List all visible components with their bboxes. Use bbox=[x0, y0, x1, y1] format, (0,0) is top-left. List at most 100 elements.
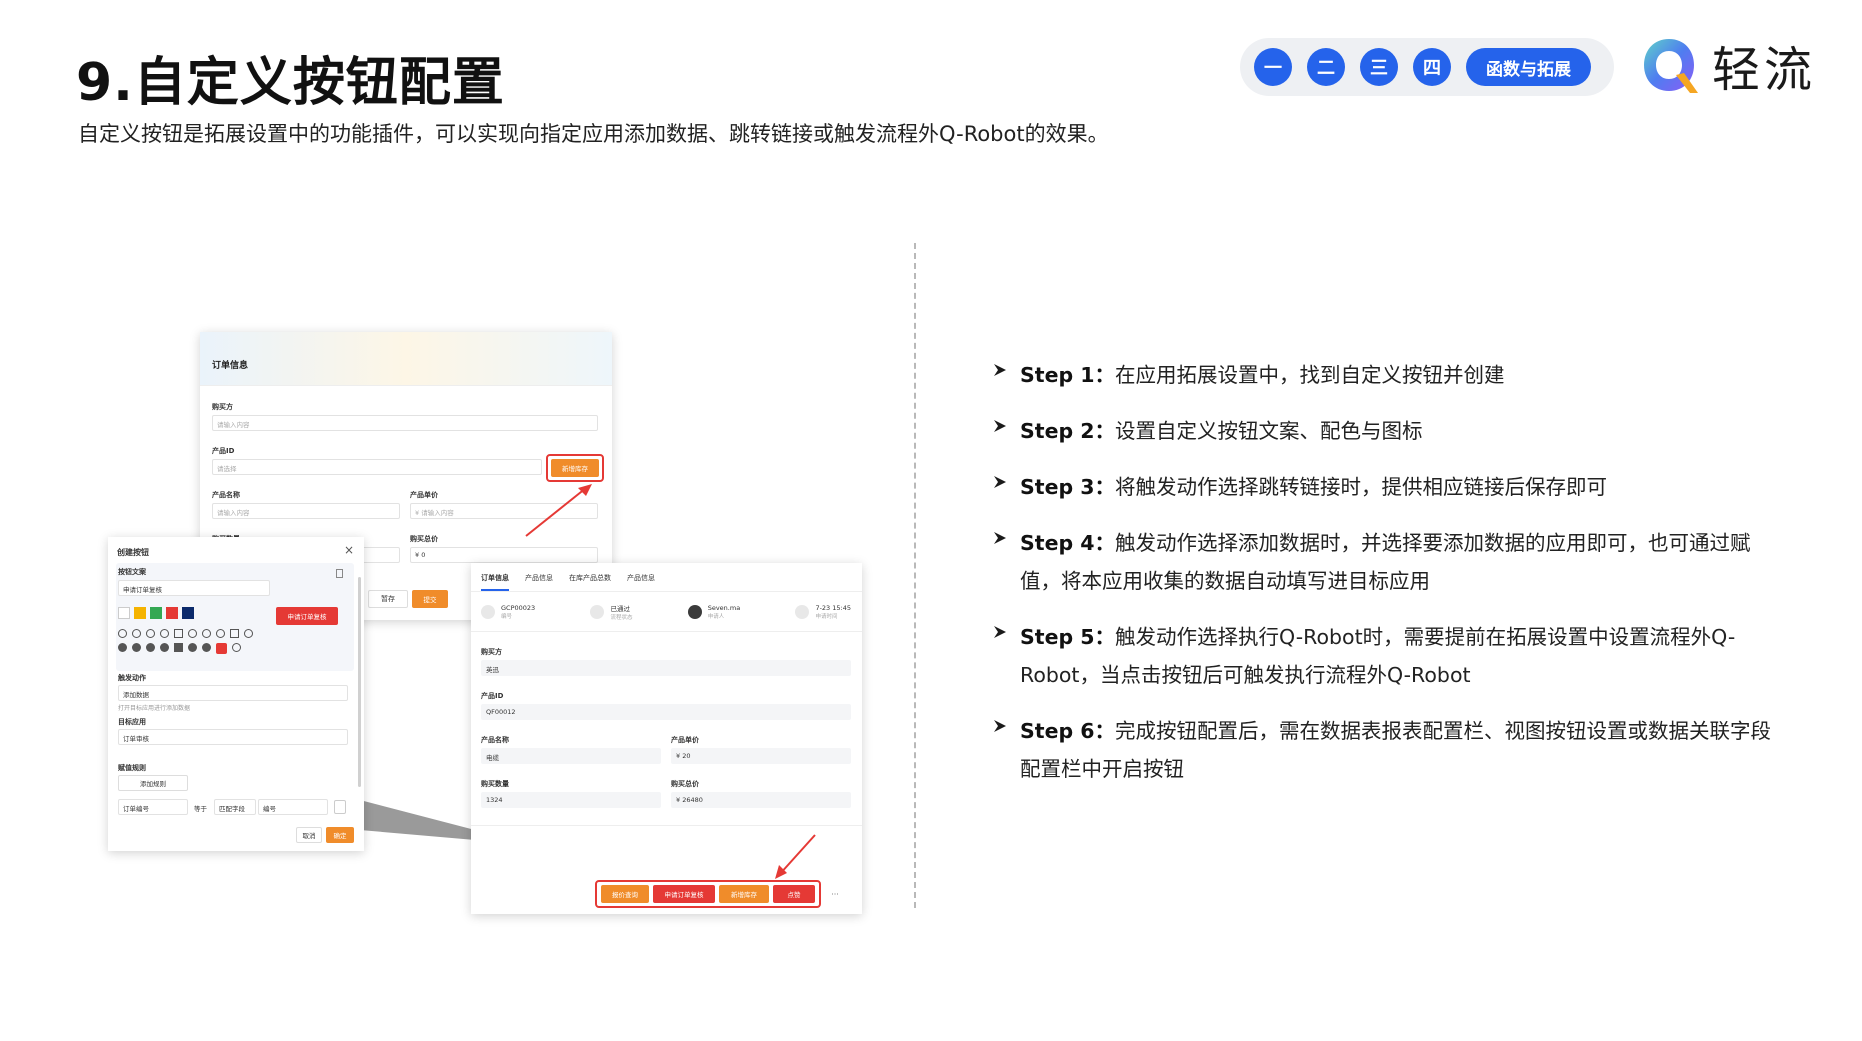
step-label: Step 1： bbox=[1020, 363, 1116, 387]
avatar bbox=[687, 605, 702, 619]
total-input[interactable]: ¥ 0 bbox=[410, 547, 598, 563]
delete-icon[interactable] bbox=[334, 800, 346, 814]
more-button[interactable]: ··· bbox=[825, 887, 845, 901]
total-label: 购买总价 bbox=[410, 535, 438, 543]
product-name-label: 产品名称 bbox=[481, 736, 509, 744]
nav-item-1[interactable]: 一 bbox=[1254, 48, 1292, 86]
user-icon[interactable] bbox=[146, 629, 155, 638]
scrollbar[interactable] bbox=[358, 577, 361, 787]
submit-label: 提交 bbox=[423, 596, 437, 604]
confirm-label: 确定 bbox=[333, 832, 347, 840]
box-icon[interactable] bbox=[174, 629, 183, 638]
status-icon bbox=[590, 605, 605, 619]
swatch-green[interactable] bbox=[150, 607, 162, 619]
vertical-divider bbox=[914, 243, 916, 908]
refresh-icon[interactable] bbox=[216, 629, 225, 638]
rule-type-select[interactable]: 匹配字段 bbox=[214, 799, 256, 815]
add-stock-button[interactable]: 新增库存 bbox=[719, 885, 769, 903]
shield-icon[interactable] bbox=[118, 643, 127, 652]
search-icon[interactable] bbox=[244, 629, 253, 638]
settings-icon[interactable] bbox=[132, 629, 141, 638]
dot-icon[interactable] bbox=[132, 643, 141, 652]
cancel-label: 取消 bbox=[302, 832, 316, 840]
star-icon[interactable] bbox=[146, 643, 155, 652]
q-logo-icon bbox=[1640, 35, 1698, 95]
quote-query-label: 报价查询 bbox=[612, 891, 638, 899]
connector-wedge bbox=[360, 800, 475, 840]
nav-item-3[interactable]: 三 bbox=[1360, 48, 1398, 86]
button-text-input[interactable]: 申请订单复核 bbox=[118, 580, 270, 596]
brand-logo: 轻流 bbox=[1640, 30, 1830, 100]
meta-value: 7-23 15:45 bbox=[815, 604, 851, 612]
target-app-label: 目标应用 bbox=[118, 718, 146, 726]
detail-tabs: 订单信息 产品信息 在库产品总数 产品信息 bbox=[481, 573, 655, 591]
chat-icon[interactable] bbox=[230, 629, 239, 638]
info-icon[interactable] bbox=[202, 643, 211, 652]
tag-icon[interactable] bbox=[188, 629, 197, 638]
block-icon[interactable] bbox=[188, 643, 197, 652]
color-swatches bbox=[118, 607, 194, 619]
cancel-button[interactable]: 取消 bbox=[296, 827, 322, 843]
meta-value: 已通过 bbox=[610, 605, 630, 613]
preview-button[interactable]: 申请订单复核 bbox=[276, 607, 338, 625]
gear-icon[interactable] bbox=[232, 643, 241, 652]
buyer-input[interactable]: 请输入内容 bbox=[212, 415, 598, 431]
button-text-label: 按钮文案 bbox=[118, 568, 146, 576]
arrow-bullet-icon bbox=[992, 618, 1020, 694]
action-select[interactable]: 添加数据 bbox=[118, 685, 348, 701]
add-stock-button[interactable]: 新增库存 bbox=[551, 459, 599, 477]
product-name-input[interactable]: 请输入内容 bbox=[212, 503, 400, 519]
add-rule-label: 添加规则 bbox=[140, 780, 166, 788]
swatch-red[interactable] bbox=[166, 607, 178, 619]
swatch-yellow[interactable] bbox=[134, 607, 146, 619]
nav-item-2[interactable]: 二 bbox=[1307, 48, 1345, 86]
tab-stock-total[interactable]: 在库产品总数 bbox=[569, 573, 611, 591]
swatch-navy[interactable] bbox=[182, 607, 194, 619]
rule-value-select[interactable]: 编号 bbox=[258, 799, 328, 815]
person-icon[interactable] bbox=[160, 643, 169, 652]
preview-label: 申请订单复核 bbox=[287, 613, 327, 621]
rule-label: 赋值规则 bbox=[118, 764, 146, 772]
submit-button[interactable]: 提交 bbox=[412, 590, 448, 608]
total-value: ¥ 26480 bbox=[671, 792, 851, 808]
order-form-title: 订单信息 bbox=[212, 361, 249, 371]
save-draft-button[interactable]: 暂存 bbox=[368, 590, 408, 608]
like-button[interactable]: 点赞 bbox=[773, 885, 815, 903]
grid-icon[interactable] bbox=[174, 643, 183, 652]
detail-view-screenshot: 订单信息 产品信息 在库产品总数 产品信息 GCP00023 编号 已通过 流程状态… bbox=[471, 563, 862, 914]
clock-icon bbox=[795, 605, 810, 619]
rule-field-select[interactable]: 订单编号 bbox=[118, 799, 188, 815]
pen-icon[interactable] bbox=[118, 629, 127, 638]
nav-item-4[interactable]: 四 bbox=[1413, 48, 1451, 86]
nav-item-functions[interactable]: 函数与拓展 bbox=[1466, 48, 1591, 86]
close-icon[interactable]: × bbox=[344, 543, 354, 557]
quote-query-button[interactable]: 报价查询 bbox=[601, 885, 649, 903]
apply-review-button[interactable]: 申请订单复核 bbox=[653, 885, 715, 903]
total-label: 购买总价 bbox=[671, 780, 699, 788]
heart-icon[interactable] bbox=[202, 629, 211, 638]
confirm-button[interactable]: 确定 bbox=[326, 827, 354, 843]
apply-review-label: 申请订单复核 bbox=[664, 891, 704, 899]
step-text: 设置自定义按钮文案、配色与图标 bbox=[1115, 419, 1423, 443]
tab-product-info[interactable]: 产品信息 bbox=[525, 573, 553, 591]
rule-op: 等于 bbox=[194, 805, 207, 813]
meta-value: GCP00023 bbox=[501, 604, 536, 612]
clock-icon[interactable] bbox=[160, 629, 169, 638]
target-app-select[interactable]: 订单审核 bbox=[118, 729, 348, 745]
step-text: 将触发动作选择跳转链接时，提供相应链接后保存即可 bbox=[1115, 475, 1608, 499]
step-text: 完成按钮配置后，需在数据表报表配置栏、视图按钮设置或数据关联字段配置栏中开启按钮 bbox=[1020, 719, 1772, 781]
selected-icon[interactable] bbox=[216, 643, 227, 654]
meta-item: Seven.ma 申请人 bbox=[687, 603, 740, 621]
qty-value: 1324 bbox=[481, 792, 661, 808]
doc-icon bbox=[336, 569, 343, 578]
tab-product-info-2[interactable]: 产品信息 bbox=[627, 573, 655, 591]
add-rule-button[interactable]: 添加规则 bbox=[118, 775, 188, 791]
product-id-label: 产品ID bbox=[481, 692, 504, 700]
step-item: Step 6：完成按钮配置后，需在数据表报表配置栏、视图按钮设置或数据关联字段配… bbox=[992, 712, 1782, 788]
qty-label: 购买数量 bbox=[481, 780, 509, 788]
tab-order-info[interactable]: 订单信息 bbox=[481, 573, 509, 591]
arrow-bullet-icon bbox=[992, 412, 1020, 450]
swatch-white[interactable] bbox=[118, 607, 130, 619]
product-id-select[interactable]: 请选择 bbox=[212, 459, 542, 475]
product-name-label: 产品名称 bbox=[212, 491, 240, 499]
